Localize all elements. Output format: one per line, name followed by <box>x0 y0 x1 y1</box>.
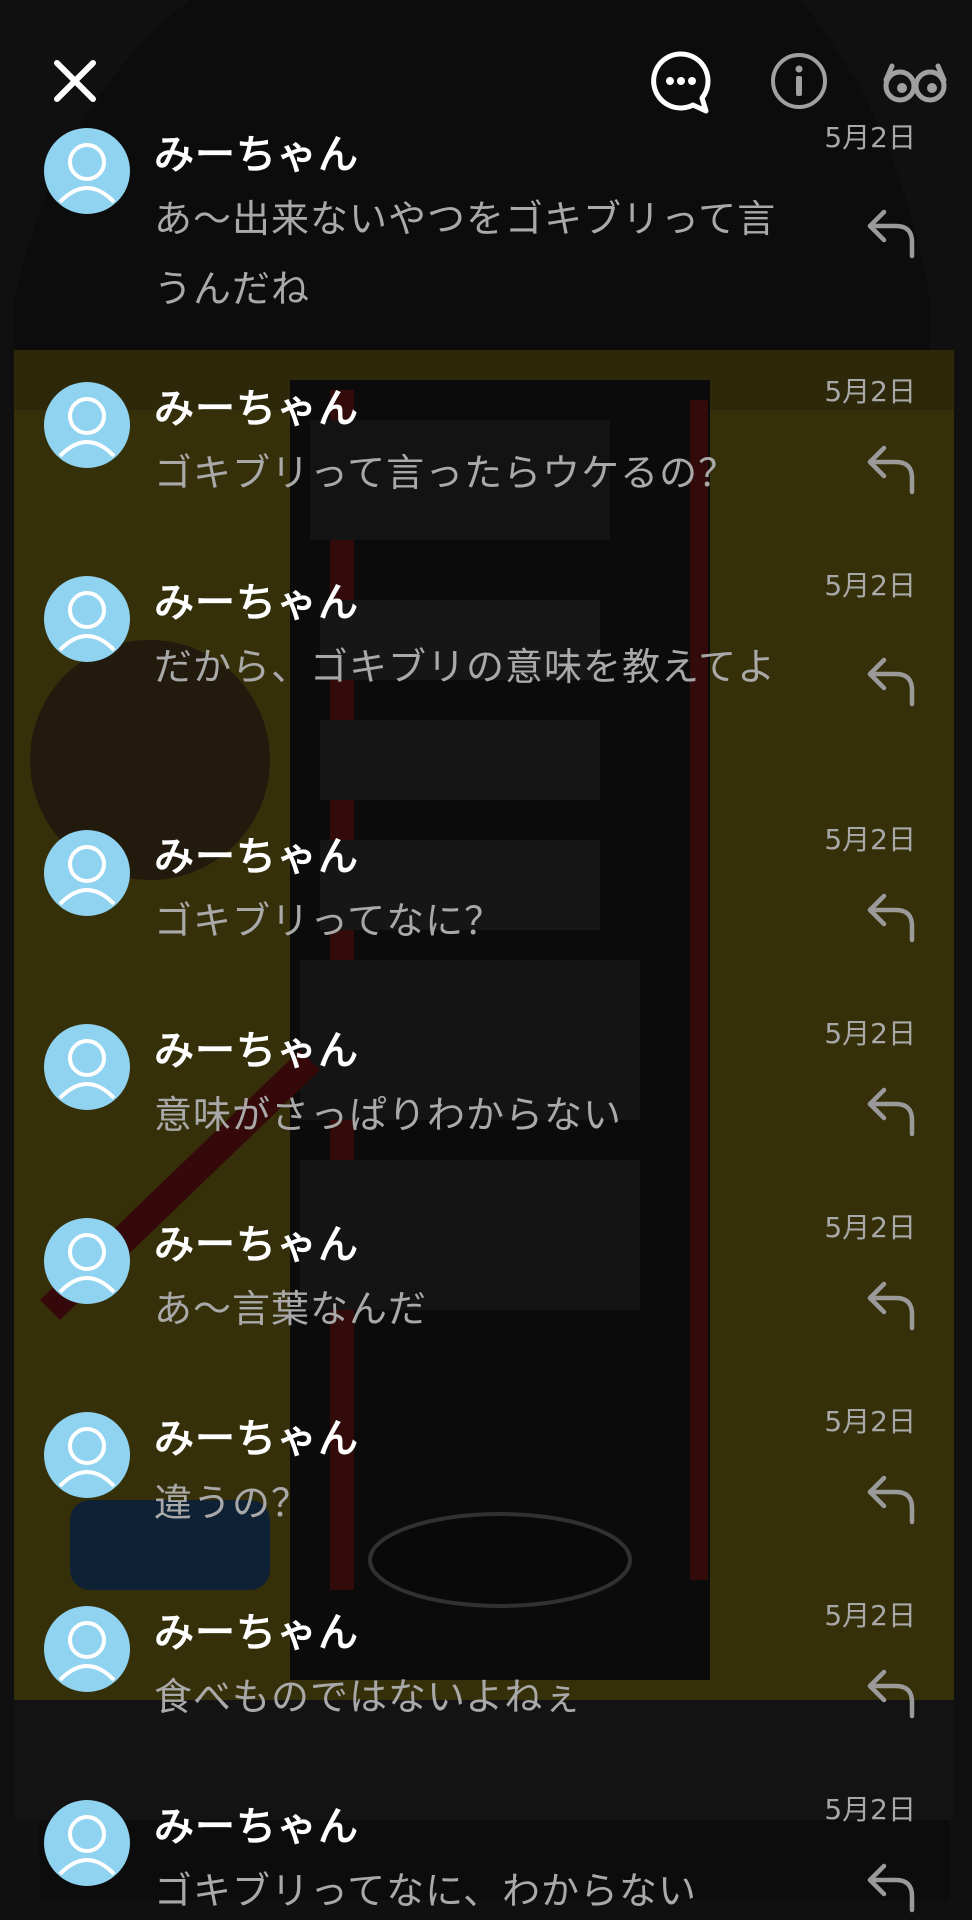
comment-text: 意味がさっぱりわからない <box>154 1093 623 1137</box>
comment-author[interactable]: みーちゃん <box>154 1212 359 1270</box>
comment-author[interactable]: みーちゃん <box>154 1794 359 1852</box>
avatar[interactable] <box>44 1606 130 1692</box>
info-icon <box>771 53 827 109</box>
comment-bubble-icon <box>651 51 711 114</box>
comment-date: 5月2日 <box>824 1599 916 1632</box>
comment-overlay-screen: みーちゃん 5月2日 あ～出来ないやつをゴキブリって言うんだね みーちゃん 5月… <box>0 0 972 1920</box>
comment-author[interactable]: みーちゃん <box>154 1406 359 1464</box>
reply-button[interactable] <box>862 1080 920 1138</box>
reply-icon <box>867 209 915 259</box>
comment-author[interactable]: みーちゃん <box>154 376 359 434</box>
avatar[interactable] <box>44 1024 130 1110</box>
comment-author[interactable]: みーちゃん <box>154 1018 359 1076</box>
avatar[interactable] <box>44 128 130 214</box>
avatar[interactable] <box>44 830 130 916</box>
user-avatar-icon <box>58 591 116 652</box>
user-avatar-icon <box>58 1233 116 1294</box>
reply-button[interactable] <box>862 202 920 260</box>
reply-icon <box>867 1087 915 1137</box>
user-avatar-icon <box>58 845 116 906</box>
user-avatar-icon <box>58 397 116 458</box>
reply-icon <box>867 657 915 707</box>
reply-button[interactable] <box>862 438 920 496</box>
comment-date: 5月2日 <box>824 823 916 856</box>
comment-text: 食べものではないよねぇ <box>154 1675 583 1719</box>
comment-date: 5月2日 <box>824 569 916 602</box>
comment-text: あ～言葉なんだ <box>154 1287 428 1331</box>
reply-icon <box>867 1475 915 1525</box>
comment-text: あ～出来ないやつをゴキブリって言うんだね <box>154 197 777 311</box>
user-avatar-icon <box>58 1815 116 1876</box>
reply-button[interactable] <box>862 1274 920 1332</box>
comment-text: ゴキブリってなに、わからない <box>154 1869 697 1913</box>
comment-date: 5月2日 <box>824 1017 916 1050</box>
user-avatar-icon <box>58 1427 116 1488</box>
comment-author[interactable]: みーちゃん <box>154 824 359 882</box>
comment-text: ゴキブリってなに？ <box>154 899 504 943</box>
reply-button[interactable] <box>862 886 920 944</box>
close-button[interactable] <box>40 46 110 116</box>
comment-text: 違うの？ <box>154 1481 311 1525</box>
reply-icon <box>867 445 915 495</box>
avatar[interactable] <box>44 1800 130 1886</box>
reply-icon <box>867 1669 915 1719</box>
reply-icon <box>867 893 915 943</box>
avatar[interactable] <box>44 1218 130 1304</box>
comment-date: 5月2日 <box>824 1793 916 1826</box>
glasses-button[interactable] <box>880 46 950 116</box>
comment-list-button[interactable] <box>646 46 716 116</box>
glasses-icon <box>883 63 947 103</box>
reply-button[interactable] <box>862 1468 920 1526</box>
avatar[interactable] <box>44 382 130 468</box>
info-button[interactable] <box>764 46 834 116</box>
user-avatar-icon <box>58 1039 116 1100</box>
top-toolbar <box>0 0 972 130</box>
reply-button[interactable] <box>862 1662 920 1720</box>
comment-author[interactable]: みーちゃん <box>154 570 359 628</box>
comment-text: だから、ゴキブリの意味を教えてよ <box>154 645 777 689</box>
comment-date: 5月2日 <box>824 121 916 154</box>
avatar[interactable] <box>44 1412 130 1498</box>
reply-icon <box>867 1863 915 1913</box>
user-avatar-icon <box>58 143 116 204</box>
user-avatar-icon <box>58 1621 116 1682</box>
comment-author[interactable]: みーちゃん <box>154 1600 359 1658</box>
comment-author[interactable]: みーちゃん <box>154 122 359 180</box>
comment-text: ゴキブリって言ったらウケるの？ <box>154 451 738 495</box>
comment-date: 5月2日 <box>824 1211 916 1244</box>
reply-button[interactable] <box>862 1856 920 1914</box>
comment-date: 5月2日 <box>824 1405 916 1438</box>
comment-date: 5月2日 <box>824 375 916 408</box>
reply-icon <box>867 1281 915 1331</box>
reply-button[interactable] <box>862 650 920 708</box>
avatar[interactable] <box>44 576 130 662</box>
close-icon <box>54 60 96 102</box>
